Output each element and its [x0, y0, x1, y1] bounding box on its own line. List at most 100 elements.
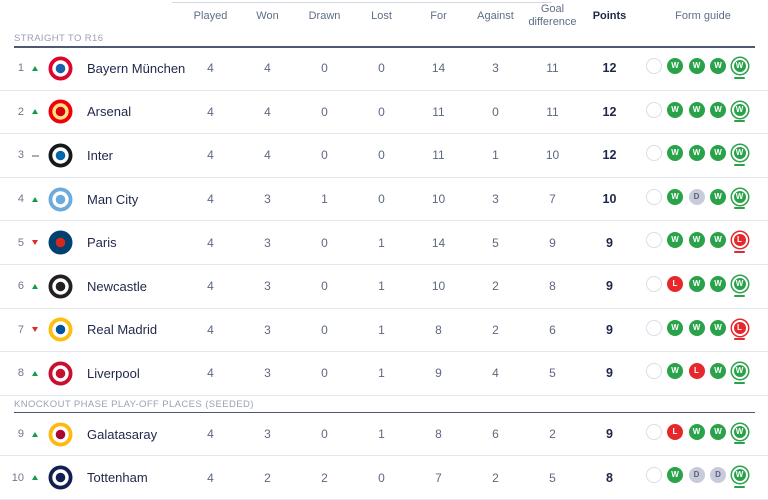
- team-cell: 8Liverpool: [0, 361, 182, 386]
- stat-against: 2: [467, 471, 524, 485]
- stat-lost: 0: [353, 192, 410, 206]
- stat-goal-difference: 11: [524, 105, 581, 119]
- team-crest-icon: [48, 465, 73, 490]
- stat-won: 4: [239, 105, 296, 119]
- team-name[interactable]: Man City: [87, 192, 138, 207]
- team-name[interactable]: Tottenham: [87, 470, 148, 485]
- team-name[interactable]: Galatasaray: [87, 427, 157, 442]
- latest-match-underline: [734, 207, 745, 209]
- upcoming-match-icon: [646, 363, 662, 379]
- stat-against: 1: [467, 148, 524, 162]
- stat-against: 4: [467, 366, 524, 380]
- stat-won: 3: [239, 192, 296, 206]
- stat-lost: 1: [353, 279, 410, 293]
- form-result-icon: W: [667, 467, 683, 483]
- form-result-w: W: [666, 320, 685, 341]
- stat-won: 4: [239, 61, 296, 75]
- stat-points: 12: [581, 61, 638, 75]
- stat-drawn: 0: [296, 61, 353, 75]
- stat-won: 3: [239, 427, 296, 441]
- form-result-w: W: [730, 189, 749, 210]
- latest-match-underline: [713, 77, 724, 79]
- form-guide: WDWW: [638, 189, 768, 210]
- team-name[interactable]: Inter: [87, 148, 113, 163]
- form-result-w: W: [687, 145, 706, 166]
- up-arrow-icon: [31, 432, 39, 437]
- latest-match-underline: [734, 442, 745, 444]
- form-result-icon: D: [710, 467, 726, 483]
- column-header-for: For: [410, 10, 467, 23]
- stat-for: 10: [410, 279, 467, 293]
- table-row[interactable]: 4Man City4310103710WDWW: [0, 178, 768, 222]
- form-result-icon: W: [710, 232, 726, 248]
- stat-points: 12: [581, 148, 638, 162]
- stat-played: 4: [182, 192, 239, 206]
- stat-against: 6: [467, 427, 524, 441]
- team-name[interactable]: Paris: [87, 235, 117, 250]
- table-row[interactable]: 8Liverpool43019459WLWW: [0, 352, 768, 396]
- form-result-w: W: [687, 320, 706, 341]
- form-guide: LWWW: [638, 424, 768, 445]
- table-row[interactable]: 5Paris430114599WWWL: [0, 221, 768, 265]
- latest-match-underline: [713, 382, 724, 384]
- form-result-l: L: [730, 320, 749, 341]
- form-result-d: D: [687, 189, 706, 210]
- form-result-w: W: [709, 424, 728, 445]
- table-header-row: PlayedWonDrawnLostForAgainstGoal differe…: [0, 0, 768, 30]
- stat-drawn: 1: [296, 192, 353, 206]
- team-name[interactable]: Liverpool: [87, 366, 140, 381]
- column-header-played: Played: [182, 10, 239, 23]
- form-result-w: W: [709, 232, 728, 253]
- team-crest-icon: [48, 274, 73, 299]
- latest-match-underline: [713, 164, 724, 166]
- table-row[interactable]: 7Real Madrid43018269WWWL: [0, 309, 768, 353]
- form-result-l: L: [666, 424, 685, 445]
- team-cell: 5Paris: [0, 230, 182, 255]
- table-row[interactable]: 9Galatasaray43018629LWWW: [0, 413, 768, 457]
- team-name[interactable]: Real Madrid: [87, 322, 157, 337]
- table-row[interactable]: 3Inter44001111012WWWW: [0, 134, 768, 178]
- form-guide: WDDW: [638, 467, 768, 488]
- form-result-w: W: [666, 58, 685, 79]
- equal-icon: [31, 154, 39, 157]
- upcoming-match-icon: [646, 232, 662, 248]
- section-label: KNOCKOUT PHASE PLAY-OFF PLACES (SEEDED): [14, 399, 768, 410]
- stat-for: 9: [410, 366, 467, 380]
- table-row[interactable]: 10Tottenham42207258WDDW: [0, 456, 768, 500]
- team-crest-icon: [48, 317, 73, 342]
- form-result-icon: W: [732, 276, 748, 292]
- latest-match-underline: [713, 295, 724, 297]
- form-result-w: W: [730, 276, 749, 297]
- table-row[interactable]: 2Arsenal44001101112WWWW: [0, 91, 768, 135]
- team-name[interactable]: Newcastle: [87, 279, 147, 294]
- stat-drawn: 0: [296, 366, 353, 380]
- form-slot-upcoming: [644, 58, 663, 79]
- form-result-icon: W: [689, 58, 705, 74]
- team-name[interactable]: Arsenal: [87, 104, 131, 119]
- upcoming-match-icon: [646, 467, 662, 483]
- latest-match-underline: [734, 295, 745, 297]
- form-result-icon: W: [710, 102, 726, 118]
- team-crest-icon: [48, 143, 73, 168]
- form-result-w: W: [666, 189, 685, 210]
- table-row[interactable]: 1Bayern München44001431112WWWW: [0, 47, 768, 91]
- latest-match-underline: [713, 486, 724, 488]
- form-result-icon: W: [710, 189, 726, 205]
- stat-points: 9: [581, 366, 638, 380]
- position-number: 10: [8, 472, 24, 484]
- stat-played: 4: [182, 236, 239, 250]
- stat-drawn: 0: [296, 148, 353, 162]
- table-row[interactable]: 6Newcastle430110289LWWW: [0, 265, 768, 309]
- team-cell: 4Man City: [0, 187, 182, 212]
- position-number: 1: [8, 62, 24, 74]
- team-name[interactable]: Bayern München: [87, 61, 185, 76]
- down-arrow-icon: [31, 327, 39, 332]
- form-slot-upcoming: [644, 145, 663, 166]
- form-result-w: W: [687, 276, 706, 297]
- stat-for: 14: [410, 236, 467, 250]
- form-slot-upcoming: [644, 232, 663, 253]
- stat-points: 9: [581, 427, 638, 441]
- form-result-icon: W: [732, 424, 748, 440]
- stat-drawn: 0: [296, 105, 353, 119]
- form-result-icon: L: [732, 320, 748, 336]
